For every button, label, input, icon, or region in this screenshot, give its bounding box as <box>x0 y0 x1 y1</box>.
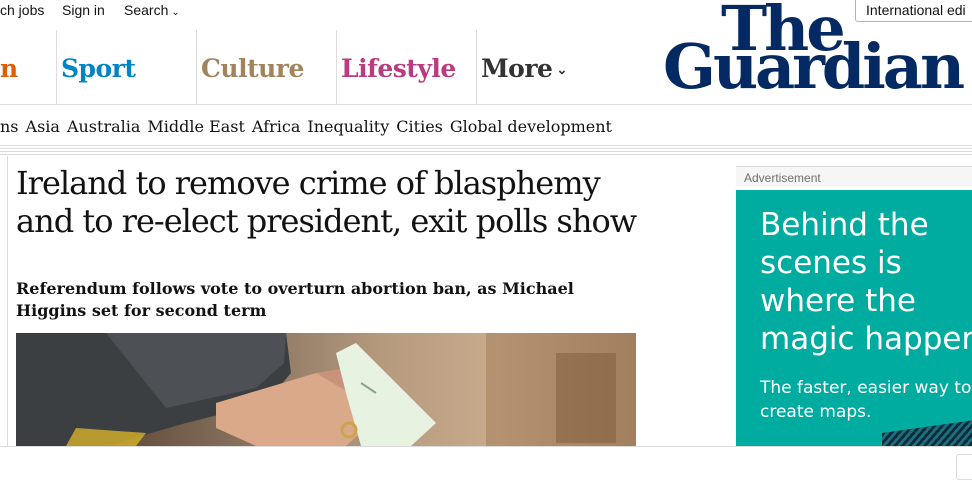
ad-headline: Behind the scenes is where the magic hap… <box>760 207 972 357</box>
article-photo <box>16 333 636 446</box>
subnav-item-cities[interactable]: Cities <box>396 117 443 136</box>
column-divider <box>7 156 8 446</box>
guardian-logo[interactable]: The Guardian <box>663 0 965 103</box>
pillar-culture[interactable]: Culture <box>196 30 336 104</box>
chevron-down-icon: ⌄ <box>171 7 180 18</box>
more-label: More <box>481 54 553 83</box>
pillar-news[interactable]: n <box>0 30 56 104</box>
chevron-down-icon: ⌄ <box>556 63 567 78</box>
bottom-tab-button[interactable] <box>956 454 972 480</box>
pillar-sport[interactable]: Sport <box>56 30 196 104</box>
subnav-item-australia[interactable]: Australia <box>67 117 140 136</box>
search-menu[interactable]: Search ⌄ <box>124 1 180 22</box>
nav-divider <box>0 104 972 105</box>
subnav-item-middle-east[interactable]: Middle East <box>147 117 245 136</box>
sign-in-link[interactable]: Sign in <box>62 1 105 19</box>
subnav-item-inequality[interactable]: Inequality <box>307 117 389 136</box>
subnav-item-asia[interactable]: Asia <box>26 117 60 136</box>
section-divider <box>0 145 972 156</box>
subnav-item-global-development[interactable]: Global development <box>450 117 612 136</box>
article-standfirst: Referendum follows vote to overturn abor… <box>16 279 574 320</box>
pillar-more[interactable]: More ⌄ <box>476 30 586 104</box>
search-label: Search <box>124 2 169 18</box>
bottom-bar <box>0 446 972 477</box>
article-headline: Ireland to remove crime of blasphemy and… <box>16 164 637 240</box>
ad-subtitle: The faster, easier way to create maps. <box>760 378 972 422</box>
ballot-photo-image <box>16 333 636 446</box>
subnav: ns Asia Australia Middle East Africa Inequali… <box>0 117 619 137</box>
advertisement-banner[interactable]: Behind the scenes is where the magic hap… <box>736 190 972 446</box>
subnav-item-americas[interactable]: ns <box>0 117 19 136</box>
logo-line-2: Guardian <box>663 30 965 103</box>
jobs-link[interactable]: ch jobs <box>0 1 44 19</box>
advertisement-label: Advertisement <box>736 166 972 186</box>
pillar-lifestyle[interactable]: Lifestyle <box>336 30 476 104</box>
subnav-item-africa[interactable]: Africa <box>252 117 300 136</box>
